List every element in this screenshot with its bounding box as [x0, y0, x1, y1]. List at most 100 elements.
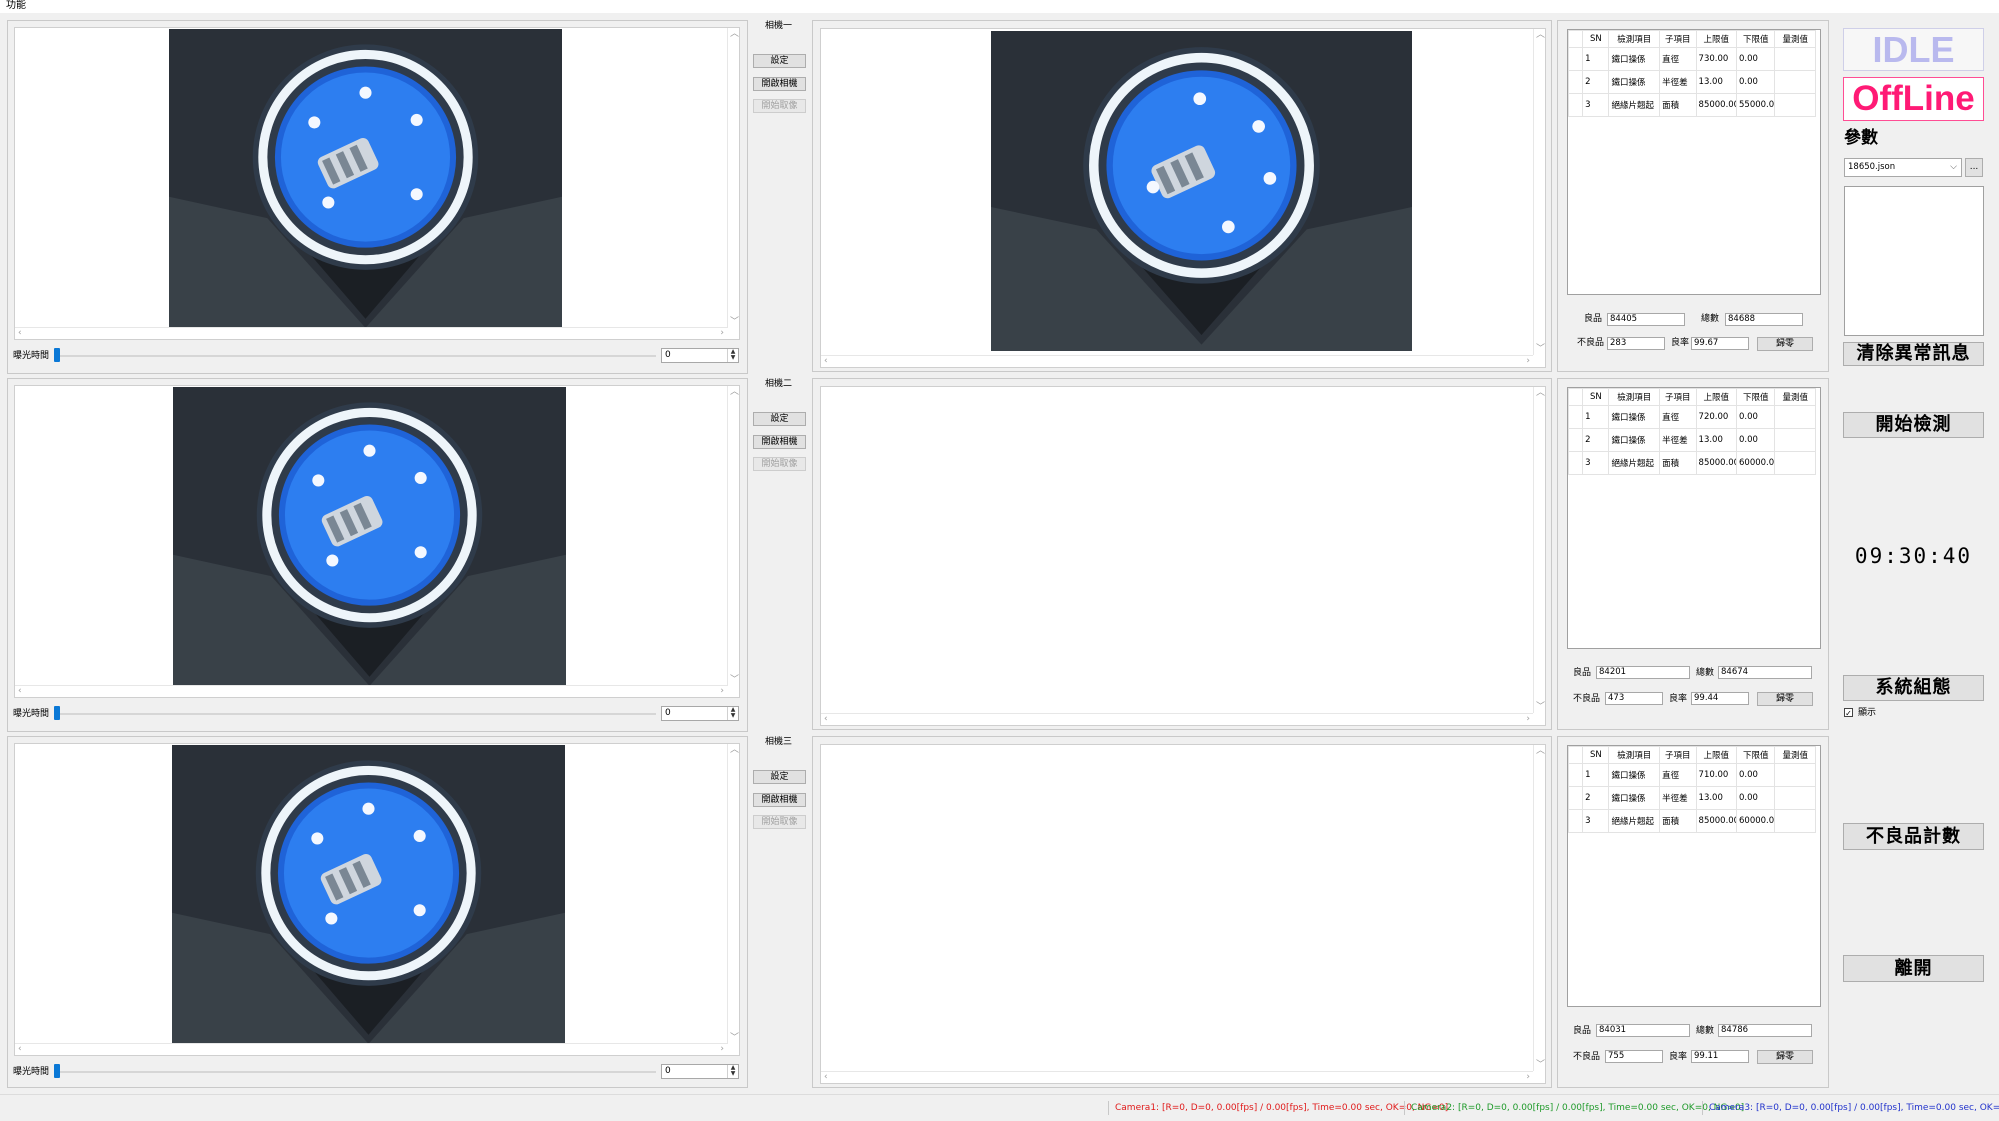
table-cell[interactable]: 3	[1582, 451, 1610, 475]
camera2-start-capture-button[interactable]: 開始取像	[753, 457, 806, 471]
table-cell[interactable]: 2	[1582, 786, 1610, 810]
camera1-vertical-scrollbar[interactable]: ︿ ﹀	[727, 28, 739, 328]
column-header[interactable]: 子項目	[1659, 388, 1697, 406]
camera3-open-camera-button[interactable]: 開啟相機	[753, 793, 806, 807]
table-cell[interactable]	[1774, 93, 1816, 117]
row-header[interactable]	[1567, 70, 1584, 94]
table-cell[interactable]: 730.00	[1695, 47, 1738, 71]
camera3-good-field[interactable]: 84031	[1596, 1024, 1690, 1037]
param-file-select[interactable]: 18650.json ⌵	[1844, 158, 1962, 177]
camera2-total-field[interactable]: 84674	[1718, 666, 1812, 679]
table-cell[interactable]: 絕緣片翹起	[1608, 93, 1661, 117]
table-cell[interactable]: 面積	[1659, 809, 1697, 833]
camera1-total-field[interactable]: 84688	[1725, 313, 1803, 326]
table-cell[interactable]: 85000.00	[1695, 809, 1738, 833]
camera3-reset-button[interactable]: 歸零	[1757, 1050, 1813, 1064]
camera3-live-view[interactable]: ︿ ﹀ ‹ ›	[14, 743, 740, 1056]
column-header[interactable]: 檢測項目	[1608, 746, 1661, 764]
row-header[interactable]	[1567, 809, 1584, 833]
camera2-horizontal-scrollbar[interactable]: ‹ ›	[15, 685, 727, 697]
table-row[interactable]: 1 鐵口操係 直徑 730.00 0.00	[1567, 47, 1816, 71]
table-cell[interactable]: 3	[1582, 809, 1610, 833]
camera3-result-horizontal-scrollbar[interactable]: ‹ ›	[821, 1071, 1533, 1083]
camera3-ng-field[interactable]: 755	[1605, 1050, 1663, 1063]
camera2-result-horizontal-scrollbar[interactable]: ‹ ›	[821, 713, 1533, 725]
table-cell[interactable]: 1	[1582, 47, 1610, 71]
table-cell[interactable]: 直徑	[1659, 763, 1697, 787]
table-cell[interactable]: 絕緣片翹起	[1608, 451, 1661, 475]
camera2-result-vertical-scrollbar[interactable]: ︿ ﹀	[1533, 387, 1545, 713]
table-row[interactable]: 1 鐵口操係 直徑 720.00 0.00	[1567, 405, 1816, 429]
table-cell[interactable]: 1	[1582, 763, 1610, 787]
camera1-exposure-thumb[interactable]	[54, 348, 60, 362]
camera1-good-field[interactable]: 84405	[1607, 313, 1685, 326]
table-cell[interactable]	[1774, 809, 1816, 833]
camera3-start-capture-button[interactable]: 開始取像	[753, 815, 806, 829]
row-header[interactable]	[1567, 451, 1584, 475]
table-cell[interactable]: 直徑	[1659, 405, 1697, 429]
camera3-exposure-spinbox[interactable]: 0 ▲ ▼	[661, 1064, 739, 1079]
camera3-vertical-scrollbar[interactable]: ︿ ﹀	[727, 744, 739, 1044]
camera1-live-view[interactable]: ︿ ﹀ ‹ ›	[14, 27, 740, 340]
camera2-results-table[interactable]: SN 檢測項目 子項目 上限值 下限值 量測值 1 鐵口操係 直徑 720.00 0.00 2 鐵口操係…	[1567, 387, 1821, 649]
table-cell[interactable]: 鐵口操係	[1608, 786, 1661, 810]
table-cell[interactable]: 710.00	[1695, 763, 1738, 787]
table-row[interactable]: 2 鐵口操係 半徑差 13.00 0.00	[1567, 70, 1816, 94]
table-cell[interactable]: 0.00	[1736, 786, 1776, 810]
column-header[interactable]: 量測值	[1774, 30, 1816, 48]
table-cell[interactable]: 0.00	[1736, 47, 1776, 71]
table-cell[interactable]: 13.00	[1695, 70, 1738, 94]
row-header[interactable]	[1567, 786, 1584, 810]
table-cell[interactable]: 鐵口操係	[1608, 47, 1661, 71]
camera3-settings-button[interactable]: 設定	[753, 770, 806, 784]
clear-errors-button[interactable]: 清除異常訊息	[1843, 342, 1984, 366]
camera2-yield-field[interactable]: 99.44	[1691, 692, 1749, 705]
column-header[interactable]: 下限值	[1736, 388, 1776, 406]
column-header[interactable]: 子項目	[1659, 30, 1697, 48]
column-header[interactable]: SN	[1582, 388, 1610, 406]
start-inspection-button[interactable]: 開始檢測	[1843, 412, 1984, 438]
table-cell[interactable]	[1774, 405, 1816, 429]
camera1-exposure-spinbox[interactable]: 0 ▲ ▼	[661, 348, 739, 363]
column-header[interactable]: 上限值	[1695, 388, 1738, 406]
table-cell[interactable]: 60000.00	[1736, 809, 1776, 833]
display-checkbox[interactable]: ✓ 顯示	[1844, 707, 1904, 721]
table-cell[interactable]	[1774, 47, 1816, 71]
table-cell[interactable]: 85000.00	[1695, 451, 1738, 475]
table-cell[interactable]: 85000.00	[1695, 93, 1738, 117]
camera2-exposure-spinbox[interactable]: 0 ▲ ▼	[661, 706, 739, 721]
row-header[interactable]	[1567, 47, 1584, 71]
camera2-ng-field[interactable]: 473	[1605, 692, 1663, 705]
camera1-start-capture-button[interactable]: 開始取像	[753, 99, 806, 113]
table-cell[interactable]: 13.00	[1695, 786, 1738, 810]
table-cell[interactable]: 2	[1582, 428, 1610, 452]
table-cell[interactable]: 半徑差	[1659, 70, 1697, 94]
table-cell[interactable]: 0.00	[1736, 405, 1776, 429]
column-header[interactable]: 檢測項目	[1608, 30, 1661, 48]
exit-button[interactable]: 離開	[1843, 955, 1984, 982]
camera1-result-horizontal-scrollbar[interactable]: ‹ ›	[821, 355, 1533, 367]
table-cell[interactable]: 面積	[1659, 451, 1697, 475]
table-cell[interactable]: 0.00	[1736, 763, 1776, 787]
table-cell[interactable]: 鐵口操係	[1608, 428, 1661, 452]
table-cell[interactable]: 2	[1582, 70, 1610, 94]
table-cell[interactable]: 絕緣片翹起	[1608, 809, 1661, 833]
camera2-vertical-scrollbar[interactable]: ︿ ﹀	[727, 386, 739, 686]
table-cell[interactable]: 60000.00	[1736, 451, 1776, 475]
camera2-live-view[interactable]: ︿ ﹀ ‹ ›	[14, 385, 740, 698]
column-header[interactable]: 上限值	[1695, 746, 1738, 764]
column-header[interactable]: 量測值	[1774, 746, 1816, 764]
table-cell[interactable]: 半徑差	[1659, 786, 1697, 810]
table-row[interactable]: 3絕緣片翹起面積85000.0060000.00	[1567, 451, 1816, 475]
table-cell[interactable]: 面積	[1659, 93, 1697, 117]
column-header[interactable]: 量測值	[1774, 388, 1816, 406]
table-cell[interactable]	[1774, 786, 1816, 810]
column-header[interactable]: 下限值	[1736, 30, 1776, 48]
table-row[interactable]: 3絕緣片翹起面積85000.0055000.00	[1567, 93, 1816, 117]
browse-params-button[interactable]: ...	[1965, 158, 1983, 177]
table-cell[interactable]: 55000.00	[1736, 93, 1776, 117]
camera1-ng-field[interactable]: 283	[1607, 337, 1665, 350]
camera3-results-table[interactable]: SN 檢測項目 子項目 上限值 下限值 量測值 1 鐵口操係 直徑 710.00 0.00 2 鐵口操係…	[1567, 745, 1821, 1007]
ng-count-button[interactable]: 不良品計數	[1843, 823, 1984, 850]
menu-function[interactable]: 功能	[6, 0, 26, 11]
